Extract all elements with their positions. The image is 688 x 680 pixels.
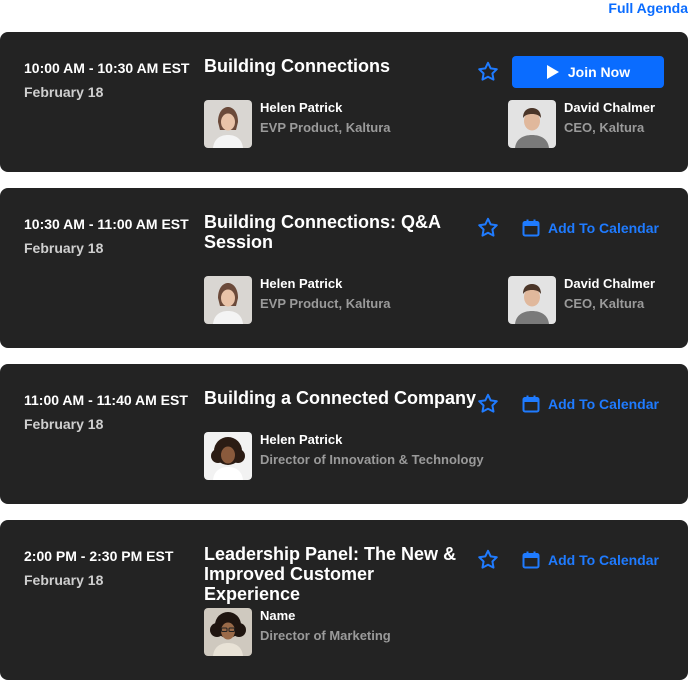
avatar xyxy=(204,432,252,480)
speaker-name: Helen Patrick xyxy=(260,432,343,447)
play-icon xyxy=(546,65,559,79)
speaker-name: David Chalmer xyxy=(564,276,656,291)
session-title[interactable]: Building Connections xyxy=(204,56,466,76)
session-date: February 18 xyxy=(24,240,104,256)
add-to-calendar-button[interactable]: Add To Calendar xyxy=(522,551,659,569)
session-title[interactable]: Building a Connected Company xyxy=(204,388,476,408)
avatar xyxy=(508,100,556,148)
join-now-label: Join Now xyxy=(567,64,631,80)
favorite-star-icon[interactable] xyxy=(476,216,500,240)
session-card: 11:00 AM - 11:40 AM EST February 18 Buil… xyxy=(0,364,688,504)
session-title[interactable]: Building Connections: Q&A Session xyxy=(204,212,466,252)
favorite-star-icon[interactable] xyxy=(476,60,500,84)
add-to-calendar-label: Add To Calendar xyxy=(548,552,659,568)
speaker-role: EVP Product, Kaltura xyxy=(260,296,391,311)
agenda-page: Full Agenda 10:00 AM - 10:30 AM EST Febr… xyxy=(0,0,688,680)
join-now-button[interactable]: Join Now xyxy=(512,56,664,88)
session-time: 2:00 PM - 2:30 PM EST xyxy=(24,548,174,564)
favorite-star-icon[interactable] xyxy=(476,548,500,572)
speaker-role: CEO, Kaltura xyxy=(564,120,645,135)
speaker-name: Helen Patrick xyxy=(260,100,343,115)
calendar-icon xyxy=(522,395,540,413)
session-time: 10:00 AM - 10:30 AM EST xyxy=(24,60,190,76)
session-card: 10:30 AM - 11:00 AM EST February 18 Buil… xyxy=(0,188,688,348)
speaker-name: Helen Patrick xyxy=(260,276,343,291)
session-card: 2:00 PM - 2:30 PM EST February 18 Leader… xyxy=(0,520,688,680)
speaker-name: Name xyxy=(260,608,296,623)
add-to-calendar-button[interactable]: Add To Calendar xyxy=(522,219,659,237)
session-date: February 18 xyxy=(24,572,104,588)
calendar-icon xyxy=(522,219,540,237)
favorite-star-icon[interactable] xyxy=(476,392,500,416)
add-to-calendar-button[interactable]: Add To Calendar xyxy=(522,395,659,413)
full-agenda-link[interactable]: Full Agenda xyxy=(608,0,688,16)
speaker-role: CEO, Kaltura xyxy=(564,296,645,311)
avatar xyxy=(204,276,252,324)
session-time: 10:30 AM - 11:00 AM EST xyxy=(24,216,189,232)
session-date: February 18 xyxy=(24,84,104,100)
add-to-calendar-label: Add To Calendar xyxy=(548,220,659,236)
calendar-icon xyxy=(522,551,540,569)
avatar xyxy=(204,608,252,656)
speaker-role: Director of Innovation & Technology xyxy=(260,452,484,467)
speaker-role: EVP Product, Kaltura xyxy=(260,120,391,135)
avatar xyxy=(508,276,556,324)
add-to-calendar-label: Add To Calendar xyxy=(548,396,659,412)
speaker-role: Director of Marketing xyxy=(260,628,391,643)
session-title[interactable]: Leadership Panel: The New & Improved Cus… xyxy=(204,544,466,604)
session-date: February 18 xyxy=(24,416,104,432)
session-card: 10:00 AM - 10:30 AM EST February 18 Buil… xyxy=(0,32,688,172)
speaker-name: David Chalmer xyxy=(564,100,656,115)
session-time: 11:00 AM - 11:40 AM EST xyxy=(24,392,188,408)
avatar xyxy=(204,100,252,148)
